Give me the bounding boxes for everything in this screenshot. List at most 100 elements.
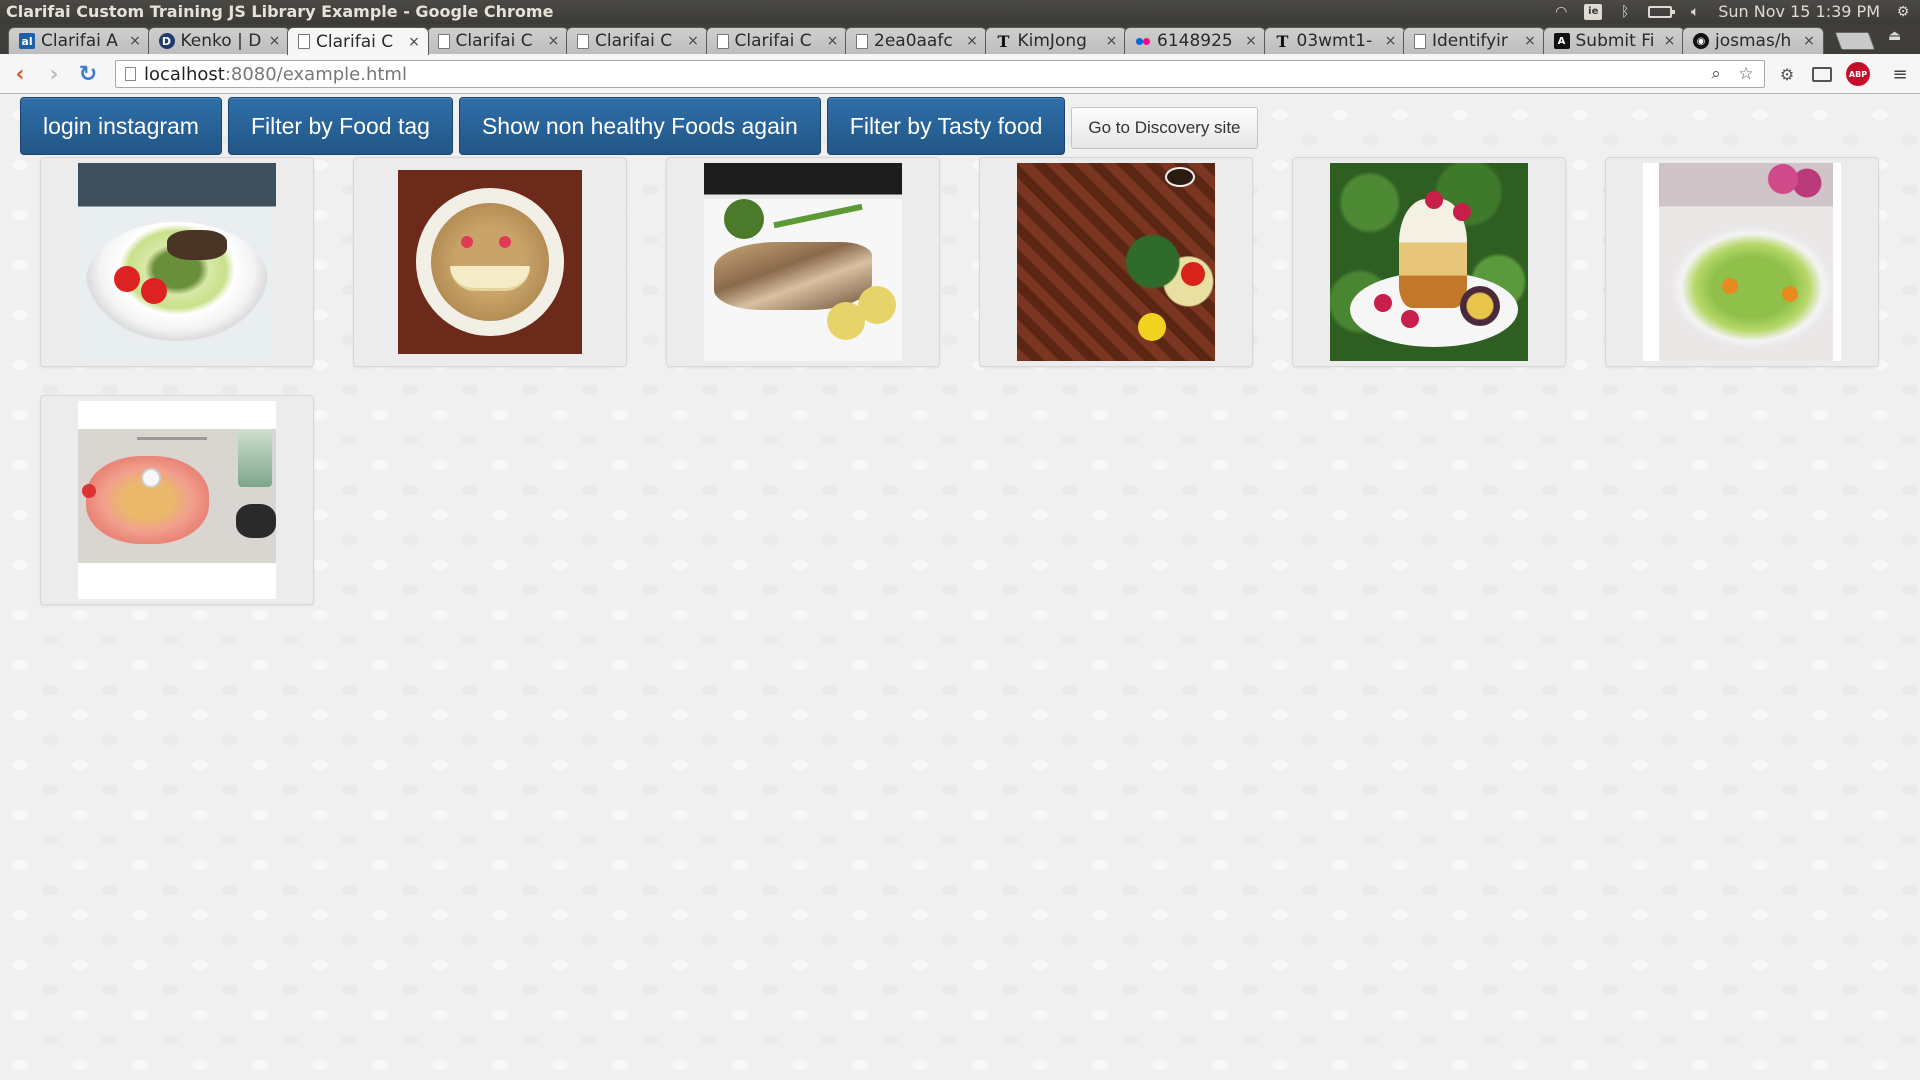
clarifai-icon: al xyxy=(19,33,35,49)
browser-tab-strip: al Clarifai A × D Kenko | D × Clarifai C × Clari… xyxy=(0,24,1920,55)
tab-title: 2ea0aafc xyxy=(874,31,953,51)
tab-title: Kenko | D xyxy=(180,31,262,51)
page-icon xyxy=(125,67,136,81)
food-image[interactable] xyxy=(78,401,276,599)
tab-title: Clarifai C xyxy=(316,31,394,52)
tab-title: Submit Fi xyxy=(1575,31,1655,51)
gallery-thumbnail[interactable] xyxy=(40,395,314,605)
close-tab-icon[interactable]: × xyxy=(1385,33,1397,49)
gallery-thumbnail[interactable] xyxy=(353,157,627,367)
page-icon xyxy=(298,34,310,49)
url-path: :8080/example.html xyxy=(224,63,407,85)
page-icon xyxy=(437,33,450,49)
food-image[interactable] xyxy=(704,163,902,361)
d-icon: D xyxy=(158,33,175,49)
close-tab-icon[interactable]: × xyxy=(548,33,560,49)
browser-tab[interactable]: A Submit Fi × xyxy=(1542,27,1685,54)
browser-toolbar: ‹ › ↻ localhost:8080/example.html ⌕ ☆ ⚙ … xyxy=(0,54,1920,94)
browser-tab[interactable]: T 03wmt1- × xyxy=(1263,27,1406,54)
reload-icon[interactable]: ↻ xyxy=(76,62,100,87)
browser-tab[interactable]: 6148925 × xyxy=(1124,27,1266,54)
bookmark-star-icon[interactable]: ☆ xyxy=(1736,64,1756,84)
bluetooth-icon[interactable]: ᛒ xyxy=(1616,4,1634,20)
food-image[interactable] xyxy=(78,163,276,361)
settings-gear-icon[interactable]: ⚙ xyxy=(1894,4,1912,20)
gallery-thumbnail[interactable] xyxy=(1605,157,1879,367)
input-method-icon[interactable]: ie xyxy=(1584,4,1603,20)
food-image[interactable] xyxy=(1017,163,1215,361)
browser-tab[interactable]: Clarifai C × xyxy=(426,27,569,54)
gallery-thumbnail[interactable] xyxy=(1292,157,1566,367)
browser-tab[interactable]: Identifyir × xyxy=(1403,27,1545,54)
github-icon: ◉ xyxy=(1693,33,1709,49)
clarifai-extension-icon[interactable]: ⚙ xyxy=(1775,63,1799,85)
browser-tab[interactable]: T KimJong × xyxy=(984,27,1127,54)
close-tab-icon[interactable]: × xyxy=(269,33,281,49)
close-tab-icon[interactable]: × xyxy=(408,34,420,50)
zoom-icon[interactable]: ⌕ xyxy=(1706,64,1726,84)
chrome-menu-icon[interactable]: ≡ xyxy=(1888,63,1912,85)
close-tab-icon[interactable]: × xyxy=(827,33,839,49)
browser-tab[interactable]: Clarifai C × xyxy=(705,27,848,54)
a-icon: A xyxy=(1553,33,1570,49)
tab-title: Clarifai C xyxy=(734,31,812,51)
page-icon xyxy=(577,33,589,49)
url-host: localhost xyxy=(144,63,225,85)
page-icon xyxy=(1414,33,1426,49)
page-content: login instagram Filter by Food tag Show … xyxy=(0,95,1920,1080)
adblock-plus-icon[interactable]: ABP xyxy=(1846,62,1870,86)
food-image[interactable] xyxy=(1330,163,1528,361)
window-title: Clarifai Custom Training JS Library Exam… xyxy=(6,2,554,21)
food-image[interactable] xyxy=(1643,163,1841,361)
flickr-icon xyxy=(1135,33,1151,49)
wifi-icon[interactable]: ◠ xyxy=(1552,4,1570,20)
t-icon: T xyxy=(997,31,1010,51)
user-profile-icon[interactable]: ⏏ xyxy=(1888,28,1908,48)
tab-title: Identifyir xyxy=(1432,31,1508,51)
os-top-panel: Clarifai Custom Training JS Library Exam… xyxy=(0,0,1920,24)
tab-title: Clarifai C xyxy=(595,31,673,51)
tab-title: 6148925 xyxy=(1157,31,1233,51)
back-arrow-icon[interactable]: ‹ xyxy=(8,62,32,87)
close-tab-icon[interactable]: × xyxy=(687,33,699,49)
close-tab-icon[interactable]: × xyxy=(1524,33,1536,49)
forward-arrow-icon[interactable]: › xyxy=(42,62,66,87)
discovery-site-button[interactable]: Go to Discovery site xyxy=(1071,107,1258,149)
t-icon: T xyxy=(1276,31,1289,51)
close-tab-icon[interactable]: × xyxy=(966,33,978,49)
food-image[interactable] xyxy=(398,170,582,354)
browser-tab[interactable]: al Clarifai A × xyxy=(8,27,150,54)
system-tray: ◠ ie ᛒ 🔈︎ Sun Nov 15 1:39 PM ⚙ xyxy=(1552,0,1912,24)
filter-food-tag-button[interactable]: Filter by Food tag xyxy=(227,97,453,155)
page-icon xyxy=(716,33,729,49)
tab-title: Clarifai C xyxy=(455,31,533,51)
new-tab-button[interactable] xyxy=(1834,32,1876,50)
login-instagram-button[interactable]: login instagram xyxy=(20,97,222,155)
close-tab-icon[interactable]: × xyxy=(129,33,141,49)
close-tab-icon[interactable]: × xyxy=(1106,33,1118,49)
browser-tab[interactable]: ◉ josmas/h × xyxy=(1682,27,1824,54)
gallery-thumbnail[interactable] xyxy=(40,157,314,367)
browser-tab[interactable]: D Kenko | D × xyxy=(147,27,290,54)
close-tab-icon[interactable]: × xyxy=(1803,33,1815,49)
page-icon xyxy=(856,33,868,49)
tab-title: KimJong xyxy=(1017,31,1087,51)
browser-tab[interactable]: 2ea0aafc × xyxy=(845,27,987,54)
filter-tasty-food-button[interactable]: Filter by Tasty food xyxy=(826,97,1066,155)
browser-tab[interactable]: Clarifai C × xyxy=(287,27,429,55)
battery-icon[interactable] xyxy=(1648,6,1676,18)
address-bar[interactable]: localhost:8080/example.html ⌕ ☆ xyxy=(115,60,1765,88)
tab-title: Clarifai A xyxy=(41,31,118,51)
tab-title: 03wmt1- xyxy=(1296,31,1373,51)
close-tab-icon[interactable]: × xyxy=(1245,33,1257,49)
gallery-thumbnail[interactable] xyxy=(979,157,1253,367)
tab-title: josmas/h xyxy=(1715,31,1792,51)
show-non-healthy-button[interactable]: Show non healthy Foods again xyxy=(458,97,821,155)
volume-icon[interactable]: 🔈︎ xyxy=(1686,4,1704,20)
action-button-row: login instagram Filter by Food tag Show … xyxy=(20,97,1258,155)
clock[interactable]: Sun Nov 15 1:39 PM xyxy=(1718,0,1880,24)
cast-icon[interactable] xyxy=(1810,63,1834,85)
close-tab-icon[interactable]: × xyxy=(1664,33,1676,49)
gallery-thumbnail[interactable] xyxy=(666,157,940,367)
browser-tab[interactable]: Clarifai C × xyxy=(566,27,708,54)
